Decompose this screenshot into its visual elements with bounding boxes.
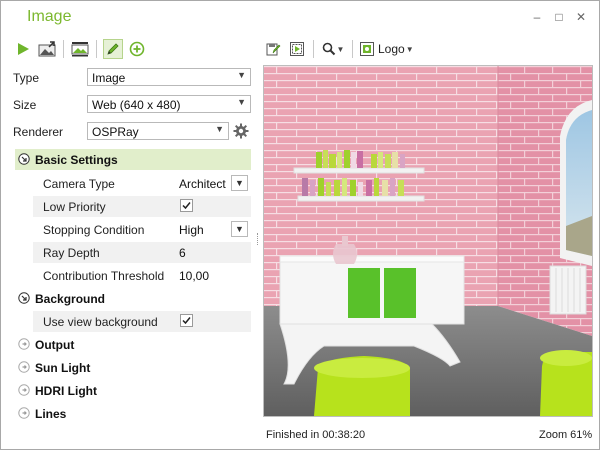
use-view-background-row: Use view background [33, 311, 251, 332]
renderer-label: Renderer [13, 125, 64, 139]
contribution-threshold-value[interactable]: 10,00 [179, 269, 209, 283]
render-status: Finished in 00:38:20 [266, 429, 366, 441]
section-output[interactable]: Output [15, 334, 251, 355]
logo-dropdown[interactable]: Logo ▼ [359, 39, 419, 59]
window-title: Image [27, 8, 72, 25]
checkmark-icon [182, 317, 191, 325]
type-select[interactable]: Image ▼ [87, 68, 251, 86]
size-select[interactable]: Web (640 x 480) ▼ [87, 95, 251, 113]
zoom-level: Zoom 61% [539, 429, 593, 441]
section-lines[interactable]: Lines [15, 403, 251, 424]
gear-icon[interactable] [233, 123, 249, 142]
collapse-icon [18, 292, 30, 304]
low-priority-checkbox[interactable] [180, 199, 193, 212]
section-background[interactable]: Background [15, 288, 251, 309]
expand-icon [18, 338, 30, 350]
low-priority-row: Low Priority [33, 196, 251, 217]
title-bar: Image – □ ✕ [1, 1, 599, 33]
section-title: Output [35, 338, 75, 352]
search-icon [322, 42, 335, 56]
export-image-icon[interactable] [37, 39, 57, 59]
stopping-condition-row: Stopping Condition High ▼ [33, 219, 251, 240]
toolbar-separator [352, 40, 353, 58]
maximize-button[interactable]: □ [551, 9, 567, 25]
chevron-down-icon: ▼ [336, 44, 345, 54]
camera-type-dropdown-button[interactable]: ▼ [231, 175, 248, 191]
minimize-button[interactable]: – [529, 9, 545, 25]
section-title: Background [35, 292, 106, 306]
zoom-dropdown[interactable]: ▼ [320, 39, 346, 59]
render-preview [263, 65, 593, 417]
toolbar-separator [313, 40, 314, 58]
section-title: Basic Settings [35, 153, 118, 167]
stopping-condition-value[interactable]: High [179, 223, 204, 237]
size-label: Size [13, 98, 37, 112]
camera-type-label: Camera Type [43, 177, 115, 191]
edit-pencil-icon[interactable] [103, 39, 123, 59]
section-sun-light[interactable]: Sun Light [15, 357, 251, 378]
left-toolbar [13, 39, 147, 59]
image-settings-icon[interactable] [70, 39, 90, 59]
section-hdri-light[interactable]: HDRI Light [15, 380, 251, 401]
contribution-threshold-row: Contribution Threshold 10,00 [33, 265, 251, 286]
expand-icon [18, 361, 30, 373]
use-view-background-label: Use view background [43, 315, 158, 329]
size-value: Web (640 x 480) [92, 98, 181, 112]
chevron-down-icon: ▼ [237, 97, 246, 107]
stopping-condition-dropdown-button[interactable]: ▼ [231, 221, 248, 237]
expand-icon [18, 407, 30, 419]
use-view-background-checkbox[interactable] [180, 314, 193, 327]
section-basic-settings[interactable]: Basic Settings [15, 149, 251, 170]
type-label: Type [13, 71, 40, 85]
collapse-icon [18, 153, 30, 165]
low-priority-label: Low Priority [43, 200, 106, 214]
type-row: Type Image ▼ [13, 68, 251, 88]
save-edit-icon[interactable] [263, 39, 283, 59]
type-value: Image [92, 71, 126, 85]
render-region-icon[interactable] [287, 39, 307, 59]
chevron-down-icon: ▼ [237, 70, 246, 80]
toolbar-separator [96, 40, 97, 58]
close-button[interactable]: ✕ [573, 9, 589, 25]
logo-image-icon [360, 42, 374, 56]
ray-depth-label: Ray Depth [43, 246, 100, 260]
preview-toolbar: ▼ Logo ▼ [263, 39, 419, 59]
ray-depth-value[interactable]: 6 [179, 246, 186, 260]
render-window: Image – □ ✕ ▼ Logo ▼ Type Image ▼ Size W… [0, 0, 600, 450]
checkmark-icon [182, 202, 191, 210]
size-row: Size Web (640 x 480) ▼ [13, 95, 251, 115]
expand-icon [18, 384, 30, 396]
camera-type-row: Camera Type Architect ▼ [33, 173, 251, 194]
section-title: Lines [35, 407, 67, 421]
chevron-down-icon: ▼ [215, 124, 224, 134]
section-title: Sun Light [35, 361, 91, 375]
chevron-down-icon: ▼ [405, 44, 414, 54]
section-title: HDRI Light [35, 384, 97, 398]
add-icon[interactable] [127, 39, 147, 59]
camera-type-value[interactable]: Architect [179, 177, 226, 191]
panel-splitter[interactable] [257, 233, 260, 245]
stopping-condition-label: Stopping Condition [43, 223, 145, 237]
renderer-row: Renderer OSPRay ▼ [13, 122, 251, 142]
renderer-value: OSPRay [92, 125, 139, 139]
toolbar-separator [63, 40, 64, 58]
logo-label: Logo [378, 42, 405, 56]
ray-depth-row: Ray Depth 6 [33, 242, 251, 263]
renderer-select[interactable]: OSPRay ▼ [87, 122, 229, 140]
play-icon[interactable] [13, 39, 33, 59]
render-image [264, 66, 592, 416]
contribution-threshold-label: Contribution Threshold [43, 269, 165, 283]
